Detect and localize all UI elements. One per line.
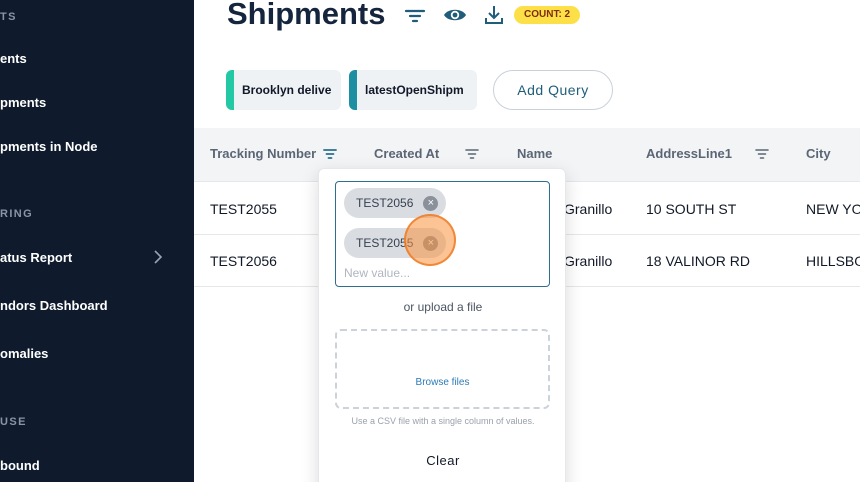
filter-values-input[interactable]: TEST2056 × TEST2055 × xyxy=(335,181,550,287)
sidebar-section-label: TS xyxy=(0,11,17,23)
browse-files-link[interactable]: Browse files xyxy=(337,377,548,388)
chevron-right-icon xyxy=(154,250,163,264)
filter-icon[interactable] xyxy=(403,4,427,28)
sidebar-item-status-report[interactable]: atus Report xyxy=(0,240,194,274)
query-chip-label: latestOpenShipm xyxy=(365,83,464,97)
query-chip-brooklyn[interactable]: Brooklyn delive xyxy=(226,70,341,110)
column-header-name[interactable]: Name xyxy=(517,146,552,161)
column-header-address-line1[interactable]: AddressLine1 xyxy=(646,146,732,161)
csv-hint: Use a CSV file with a single column of v… xyxy=(351,416,535,426)
column-header-created-at[interactable]: Created At xyxy=(374,146,439,161)
cell-name: Granillo xyxy=(564,253,613,269)
add-query-button[interactable]: Add Query xyxy=(493,70,613,110)
cell-city: NEW YO xyxy=(806,201,860,217)
tracking-number-filter-popover: TEST2056 × TEST2055 × or upload a file B… xyxy=(318,168,566,482)
file-dropzone[interactable]: Browse files xyxy=(335,329,550,409)
new-value-input[interactable] xyxy=(344,266,534,280)
remove-tag-icon[interactable]: × xyxy=(423,195,439,211)
sidebar-item-shipments-a[interactable]: ents xyxy=(0,41,194,75)
tag-label: TEST2056 xyxy=(356,196,414,210)
filter-value-tag: TEST2055 × xyxy=(344,228,447,258)
column-header-city[interactable]: City xyxy=(806,146,831,161)
sidebar-item-anomalies[interactable]: omalies xyxy=(0,336,194,370)
column-header-tracking-number[interactable]: Tracking Number xyxy=(210,146,316,161)
sidebar-section-label: RING xyxy=(0,208,34,220)
cell-address-line1: 18 VALINOR RD xyxy=(646,253,750,269)
cell-city: HILLSBO xyxy=(806,253,860,269)
cell-tracking-number: TEST2056 xyxy=(210,253,277,269)
sidebar-section-label: USE xyxy=(0,416,27,428)
clear-button[interactable]: Clear xyxy=(393,449,493,471)
cell-tracking-number: TEST2055 xyxy=(210,201,277,217)
filter-value-tag: TEST2056 × xyxy=(344,188,447,218)
sidebar-item-shipments-in-node[interactable]: pments in Node xyxy=(0,129,194,163)
column-filter-icon[interactable] xyxy=(464,146,480,162)
query-chip-latest-open[interactable]: latestOpenShipm xyxy=(349,70,477,110)
sidebar-item-label: atus Report xyxy=(0,249,73,265)
sidebar-item-shipments-b[interactable]: pments xyxy=(0,85,194,119)
sidebar-item-inbound[interactable]: bound xyxy=(0,448,194,482)
sidebar: TS ents pments pments in Node RING atus … xyxy=(0,0,194,482)
count-badge: COUNT: 2 xyxy=(514,6,581,24)
query-chip-label: Brooklyn delive xyxy=(242,83,332,97)
sidebar-item-vendors-dashboard[interactable]: ndors Dashboard xyxy=(0,288,194,322)
query-color-bar xyxy=(226,70,234,110)
query-color-bar xyxy=(349,70,357,110)
column-filter-icon[interactable] xyxy=(754,146,770,162)
remove-tag-icon[interactable]: × xyxy=(423,235,439,251)
page-title: Shipments xyxy=(227,0,386,31)
tag-label: TEST2055 xyxy=(356,236,414,250)
cell-name: Granillo xyxy=(564,201,613,217)
eye-icon[interactable] xyxy=(443,3,467,27)
download-icon[interactable] xyxy=(482,3,506,27)
column-filter-icon[interactable] xyxy=(322,146,338,162)
upload-note: or upload a file xyxy=(403,300,483,314)
cell-address-line1: 10 SOUTH ST xyxy=(646,201,737,217)
